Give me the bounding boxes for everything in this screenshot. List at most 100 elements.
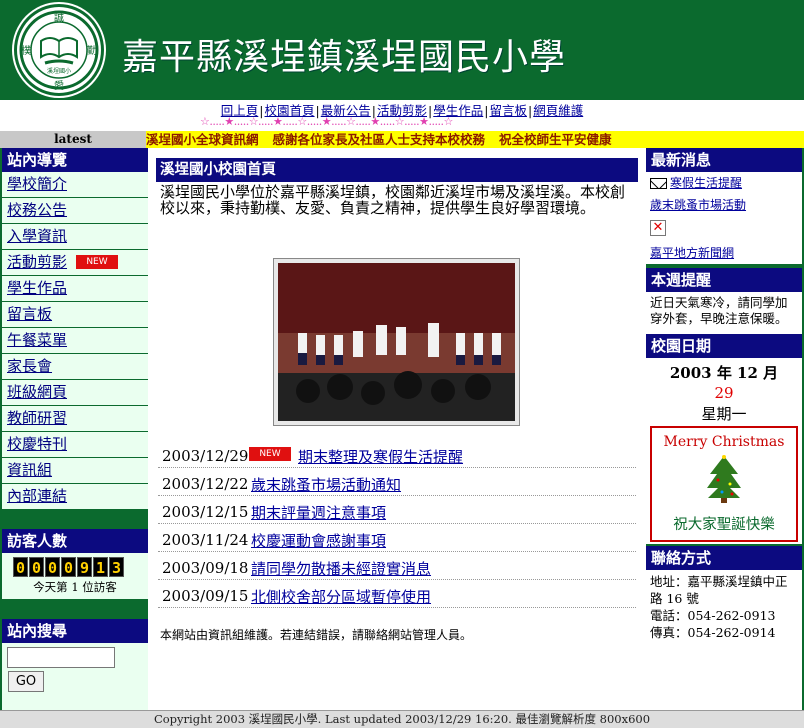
marquee-item: 感謝各位家長及社區人士支持本校校務 bbox=[272, 132, 486, 147]
sidebar-nav-link[interactable]: 班級網頁 bbox=[7, 383, 67, 401]
logo-char-right: 勤 bbox=[87, 44, 97, 57]
news-item: 嘉平地方新聞網 bbox=[646, 242, 802, 264]
announcement-date: 2003/12/22 bbox=[162, 475, 249, 493]
weekly-notice-text: 近日天氣寒冷，請同學加穿外套，早晚注意保暖。 bbox=[650, 295, 788, 326]
visitor-counter-title: 訪客人數 bbox=[2, 529, 148, 553]
announcement-date: 2003/11/24 bbox=[162, 531, 249, 549]
calendar-month: 2003 年 12 月 bbox=[669, 364, 779, 382]
sidebar-nav-item: 學生作品 bbox=[2, 276, 148, 302]
visitor-counter-box: 訪客人數 0000913 今天第 1 位訪客 bbox=[2, 529, 148, 599]
top-navigation: 回上頁|校園首頁|最新公告|活動剪影|學生作品|留言板|網頁維護 bbox=[0, 100, 804, 118]
sidebar-nav-link[interactable]: 校務公告 bbox=[7, 201, 67, 219]
counter-digit: 0 bbox=[13, 557, 28, 577]
sidebar-nav-link[interactable]: 入學資訊 bbox=[7, 227, 67, 245]
marquee-item: 祝全校師生平安健康 bbox=[499, 132, 612, 147]
announcement-row: 2003/11/24 校慶運動會感謝事項 bbox=[158, 524, 636, 552]
calendar-title: 校園日期 bbox=[646, 334, 802, 358]
announcement-link[interactable]: 校慶運動會感謝事項 bbox=[251, 530, 386, 551]
announcement-row: 2003/12/15 期末評量週注意事項 bbox=[158, 496, 636, 524]
christmas-wish: 祝大家聖誕快樂 bbox=[673, 517, 775, 533]
sidebar-nav-link[interactable]: 校慶特刊 bbox=[7, 435, 67, 453]
sidebar-nav-item: 學校簡介 bbox=[2, 172, 148, 198]
site-title: 嘉平縣溪埕鎮溪埕國民小學 bbox=[122, 37, 567, 78]
site-search-title: 站內搜尋 bbox=[2, 619, 148, 643]
contact-title: 聯絡方式 bbox=[646, 546, 802, 570]
maintenance-note: 本網站由資訊組維護。若連結錯誤，請聯絡網站管理人員。 bbox=[160, 628, 473, 642]
mail-icon bbox=[650, 178, 667, 189]
campus-event-photo[interactable] bbox=[278, 263, 515, 421]
site-nav-box: 站內導覽 學校簡介校務公告入學資訊活動剪影 NEW 學生作品留言板午餐菜單家長會班級… bbox=[2, 148, 148, 510]
search-input[interactable] bbox=[7, 647, 115, 668]
site-search-box: 站內搜尋 GO bbox=[2, 619, 148, 710]
search-go-button[interactable]: GO bbox=[8, 671, 44, 692]
announcement-list: 2003/12/29 NEW 期末整理及寒假生活提醒 2003/12/22 歲末跳蚤市場… bbox=[158, 440, 636, 608]
news-link-local[interactable]: 嘉平地方新聞網 bbox=[650, 246, 734, 260]
visitor-counter: 0000913 bbox=[13, 557, 148, 577]
counter-digit: 9 bbox=[77, 557, 92, 577]
christmas-title: Merry Christmas bbox=[663, 434, 785, 450]
announcement-row: 2003/09/18 請同學勿散播未經證實消息 bbox=[158, 552, 636, 580]
announcement-date: 2003/12/29 bbox=[162, 447, 249, 465]
announcement-link[interactable]: 歲末跳蚤市場活動通知 bbox=[251, 474, 401, 495]
counter-digit: 1 bbox=[93, 557, 108, 577]
sidebar-nav-item: 教師研習 bbox=[2, 406, 148, 432]
sidebar-nav-link[interactable]: 活動剪影 bbox=[7, 253, 67, 271]
logo-school-name: 溪埕國小 bbox=[47, 67, 71, 75]
contact-fax: 傳真：054-262-0914 bbox=[650, 625, 776, 640]
decorative-star-line: ☆.....★.....☆.....★.....☆.....★.....☆...… bbox=[200, 115, 453, 128]
broken-image-icon: ✕ bbox=[650, 220, 666, 236]
announcement-link[interactable]: 請同學勿散播未經證實消息 bbox=[251, 558, 431, 579]
announcement-link[interactable]: 期末整理及寒假生活提醒 bbox=[298, 446, 463, 467]
announcement-link[interactable]: 期末評量週注意事項 bbox=[251, 502, 386, 523]
contact-phone: 電話：054-262-0913 bbox=[650, 608, 776, 623]
main-content: 溪埕國小校園首頁 溪埕國民小學位於嘉平縣溪埕鎮，校園鄰近溪埕市場及溪埕溪。本校創… bbox=[150, 148, 646, 710]
counter-digit: 3 bbox=[109, 557, 124, 577]
page-title: 溪埕國小校園首頁 bbox=[156, 158, 638, 182]
calendar-weekday: 星期一 bbox=[701, 405, 747, 423]
school-logo[interactable]: 誠 樸 勤 愛 溪埕國小 bbox=[14, 4, 104, 96]
sidebar-nav-link[interactable]: 午餐菜單 bbox=[7, 331, 67, 349]
site-nav-list: 學校簡介校務公告入學資訊活動剪影 NEW 學生作品留言板午餐菜單家長會班級網頁教師研… bbox=[2, 172, 148, 510]
christmas-tree-icon bbox=[707, 455, 741, 503]
sidebar-nav-item: 活動剪影 NEW bbox=[2, 250, 148, 276]
news-link-flea-market[interactable]: 歲末跳蚤市場活動 bbox=[650, 198, 746, 212]
logo-char-top: 誠 bbox=[54, 11, 64, 24]
new-badge: NEW bbox=[76, 255, 118, 269]
announcement-row: 2003/12/22 歲末跳蚤市場活動通知 bbox=[158, 468, 636, 496]
news-item: 寒假生活提醒 bbox=[646, 172, 802, 194]
sidebar-nav-link[interactable]: 學校簡介 bbox=[7, 175, 67, 193]
news-link-winter[interactable]: 寒假生活提醒 bbox=[670, 176, 742, 190]
contact-box: 聯絡方式 地址：嘉平縣溪埕鎮中正路 16 號 電話：054-262-0913 傳… bbox=[646, 546, 802, 710]
sidebar-nav-item: 班級網頁 bbox=[2, 380, 148, 406]
site-nav-title: 站內導覽 bbox=[2, 148, 148, 172]
announcement-row: 2003/12/29 NEW 期末整理及寒假生活提醒 bbox=[158, 440, 636, 468]
sidebar-nav-link[interactable]: 內部連結 bbox=[7, 487, 67, 505]
left-sidebar: 站內導覽 學校簡介校務公告入學資訊活動剪影 NEW 學生作品留言板午餐菜單家長會班級… bbox=[0, 148, 148, 710]
contact-info: 地址：嘉平縣溪埕鎮中正路 16 號 電話：054-262-0913 傳真：054… bbox=[646, 570, 802, 644]
sidebar-nav-item: 內部連結 bbox=[2, 484, 148, 510]
new-badge: NEW bbox=[249, 447, 291, 461]
sidebar-nav-item: 入學資訊 bbox=[2, 224, 148, 250]
sidebar-nav-item: 校慶特刊 bbox=[2, 432, 148, 458]
announcement-row: 2003/09/15 北側校舍部分區域暫停使用 bbox=[158, 580, 636, 608]
sidebar-nav-item: 午餐菜單 bbox=[2, 328, 148, 354]
logo-char-left: 樸 bbox=[21, 44, 31, 57]
marquee-item: 溪埕國小全球資訊網 bbox=[146, 132, 259, 147]
sidebar-nav-link[interactable]: 家長會 bbox=[7, 357, 52, 375]
visitor-counter-caption: 今天第 1 位訪客 bbox=[33, 580, 117, 594]
sidebar-nav-link[interactable]: 留言板 bbox=[7, 305, 52, 323]
christmas-card: Merry Christmas 祝大家聖誕快樂 bbox=[650, 426, 798, 542]
news-item: ✕ bbox=[646, 216, 802, 242]
latest-news-title: 最新消息 bbox=[646, 148, 802, 172]
weekly-notice-box: 本週提醒 近日天氣寒冷，請同學加穿外套，早晚注意保暖。 bbox=[646, 268, 802, 334]
calendar-day: 29 bbox=[714, 384, 734, 402]
right-sidebar: 最新消息 寒假生活提醒 歲末跳蚤市場活動 ✕ 嘉平地方新聞網 本週提醒 近日天氣… bbox=[646, 148, 804, 710]
news-item: 歲末跳蚤市場活動 bbox=[646, 194, 802, 216]
contact-address: 地址：嘉平縣溪埕鎮中正路 16 號 bbox=[650, 574, 788, 606]
announcement-link[interactable]: 北側校舍部分區域暫停使用 bbox=[251, 586, 431, 607]
sidebar-nav-link[interactable]: 教師研習 bbox=[7, 409, 67, 427]
latest-news-box: 最新消息 寒假生活提醒 歲末跳蚤市場活動 ✕ 嘉平地方新聞網 bbox=[646, 148, 802, 264]
sidebar-nav-link[interactable]: 資訊組 bbox=[7, 461, 52, 479]
sidebar-nav-link[interactable]: 學生作品 bbox=[7, 279, 67, 297]
latest-label: latest bbox=[0, 131, 146, 148]
